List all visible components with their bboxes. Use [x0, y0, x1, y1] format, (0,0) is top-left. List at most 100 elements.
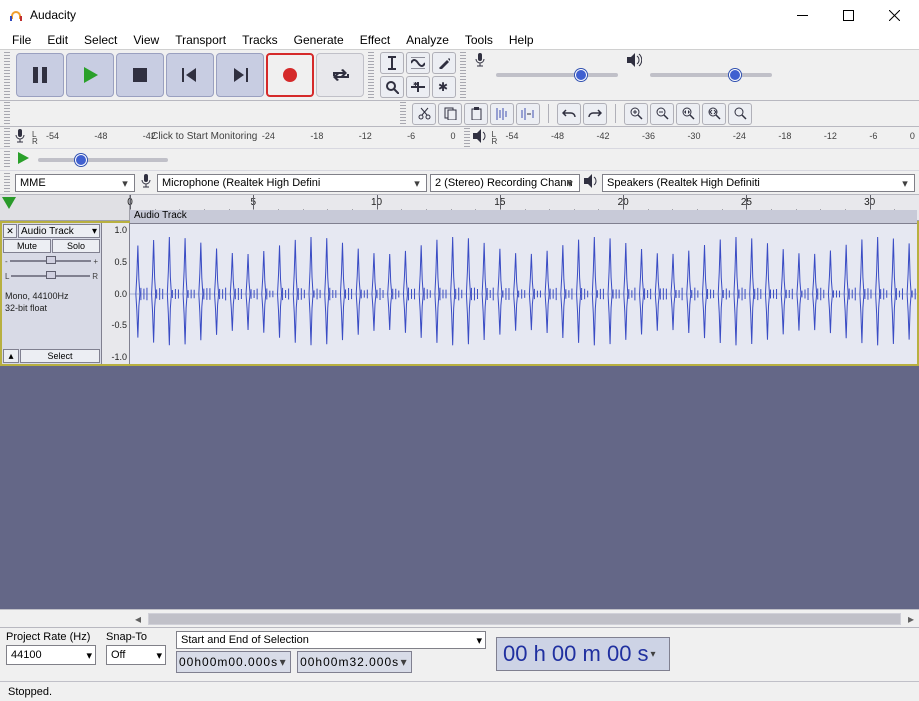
timeshift-tool[interactable]: ✱	[406, 76, 430, 98]
track-select-button[interactable]: Select	[20, 349, 100, 363]
audio-track[interactable]: ✕ Audio Track▾ Mute Solo -+ LR Mono, 441…	[0, 221, 919, 366]
pause-button[interactable]	[16, 53, 64, 97]
selection-mode-combo[interactable]: Start and End of Selection▾	[176, 631, 486, 649]
grip-icon[interactable]	[460, 52, 466, 98]
play-at-speed-button[interactable]	[16, 151, 30, 168]
project-rate-combo[interactable]: 44100▾	[6, 645, 96, 665]
snap-to-combo[interactable]: Off▾	[106, 645, 166, 665]
grip-icon[interactable]	[4, 128, 10, 147]
gain-slider[interactable]: -+	[3, 254, 100, 268]
grip-icon[interactable]	[4, 102, 10, 125]
multi-tool[interactable]: ✱	[432, 76, 456, 98]
fit-project-button[interactable]	[702, 103, 726, 125]
grip-icon[interactable]	[368, 52, 374, 98]
meter-tick: -18	[310, 131, 323, 141]
menu-select[interactable]: Select	[76, 31, 125, 49]
play-button[interactable]	[66, 53, 114, 97]
grip-icon[interactable]	[464, 128, 470, 147]
track-info: Mono, 44100Hz	[3, 291, 100, 302]
zoom-in-button[interactable]	[624, 103, 648, 125]
grip-icon[interactable]	[4, 52, 10, 98]
chevron-down-icon: ▾	[156, 649, 162, 662]
audio-position-time[interactable]: 00 h 00 m 00 s▾	[496, 637, 670, 671]
envelope-tool[interactable]	[406, 52, 430, 74]
play-speed-slider[interactable]	[38, 158, 168, 162]
grip-icon[interactable]	[400, 102, 406, 125]
menu-tracks[interactable]: Tracks	[234, 31, 286, 49]
grip-icon[interactable]	[4, 173, 10, 192]
scroll-right-icon[interactable]: ▸	[903, 611, 919, 627]
cut-button[interactable]	[412, 103, 436, 125]
meter-tick: -30	[687, 131, 700, 141]
zoom-toggle-button[interactable]	[728, 103, 752, 125]
app-title: Audacity	[30, 8, 779, 22]
menu-help[interactable]: Help	[501, 31, 542, 49]
chevron-down-icon[interactable]: ▾	[278, 655, 288, 669]
close-button[interactable]	[871, 0, 917, 30]
trim-button[interactable]	[490, 103, 514, 125]
play-volume-slider[interactable]	[650, 73, 772, 77]
silence-button[interactable]	[516, 103, 540, 125]
rec-device-combo[interactable]: Microphone (Realtek High Defini▾	[157, 174, 427, 192]
selection-tool[interactable]	[380, 52, 404, 74]
status-text: Stopped.	[8, 686, 52, 698]
meter-tick: -6	[869, 131, 877, 141]
mute-button[interactable]: Mute	[3, 239, 51, 253]
meter-tick: -48	[94, 131, 107, 141]
rec-volume-slider[interactable]	[496, 73, 618, 77]
grip-icon[interactable]	[4, 151, 10, 168]
menu-generate[interactable]: Generate	[286, 31, 352, 49]
minimize-button[interactable]	[779, 0, 825, 30]
paste-button[interactable]	[464, 103, 488, 125]
audio-host-combo[interactable]: MME▾	[15, 174, 135, 192]
mic-icon	[138, 173, 154, 192]
menu-analyze[interactable]: Analyze	[398, 31, 457, 49]
chevron-down-icon: ▾	[476, 634, 482, 647]
menu-edit[interactable]: Edit	[39, 31, 76, 49]
waveform[interactable]: Audio Track	[130, 223, 917, 364]
copy-button[interactable]	[438, 103, 462, 125]
track-close-button[interactable]: ✕	[3, 224, 17, 238]
chevron-down-icon: ▾	[410, 177, 424, 191]
speaker-icon	[626, 52, 642, 98]
selection-start-time[interactable]: 00h00m00.000s▾	[176, 651, 291, 673]
lr-label: LR	[32, 131, 42, 145]
collapse-button[interactable]: ▴	[3, 349, 19, 363]
solo-button[interactable]: Solo	[52, 239, 100, 253]
loop-button[interactable]	[316, 53, 364, 97]
draw-tool[interactable]	[432, 52, 456, 74]
chevron-down-icon: ▾	[92, 226, 97, 237]
record-button[interactable]	[266, 53, 314, 97]
undo-button[interactable]	[557, 103, 581, 125]
chevron-down-icon[interactable]: ▾	[651, 649, 663, 660]
redo-button[interactable]	[583, 103, 607, 125]
track-menu-button[interactable]: Audio Track▾	[18, 224, 100, 238]
zoom-tool[interactable]	[380, 76, 404, 98]
menu-effect[interactable]: Effect	[352, 31, 398, 49]
meter-hint[interactable]: Click to Start Monitoring	[151, 131, 257, 142]
menu-file[interactable]: File	[4, 31, 39, 49]
fit-selection-button[interactable]	[676, 103, 700, 125]
play-device-combo[interactable]: Speakers (Realtek High Definiti▾	[602, 174, 915, 192]
meter-tick: -54	[46, 131, 59, 141]
speaker-icon	[583, 173, 599, 192]
maximize-button[interactable]	[825, 0, 871, 30]
track-name-label: Audio Track	[130, 210, 917, 224]
rec-channels-combo[interactable]: 2 (Stereo) Recording Chann▾	[430, 174, 580, 192]
skip-start-button[interactable]	[166, 53, 214, 97]
pan-slider[interactable]: LR	[3, 269, 100, 283]
chevron-down-icon[interactable]: ▾	[399, 655, 409, 669]
h-scrollbar[interactable]: ◂ ▸	[0, 609, 919, 627]
selection-end-time[interactable]: 00h00m32.000s▾	[297, 651, 412, 673]
stop-button[interactable]	[116, 53, 164, 97]
skip-end-button[interactable]	[216, 53, 264, 97]
menu-transport[interactable]: Transport	[167, 31, 234, 49]
playhead-icon[interactable]	[2, 197, 16, 209]
scroll-left-icon[interactable]: ◂	[130, 611, 146, 627]
zoom-out-button[interactable]	[650, 103, 674, 125]
project-rate-label: Project Rate (Hz)	[6, 631, 96, 643]
menu-tools[interactable]: Tools	[457, 31, 501, 49]
menu-view[interactable]: View	[125, 31, 167, 49]
vertical-scale[interactable]: 1.0 0.5 0.0 -0.5 -1.0	[102, 223, 130, 364]
record-meter[interactable]: LR -54 -48 -42 Click to Start Monitoring…	[0, 127, 919, 149]
